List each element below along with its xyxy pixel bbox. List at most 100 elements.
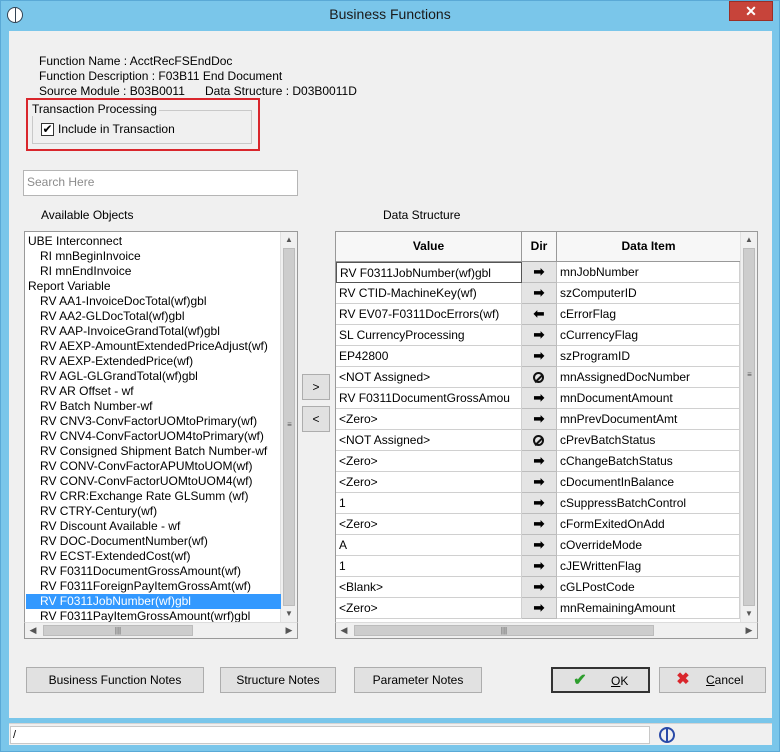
data-item-cell[interactable]: mnPrevDocumentAmt (557, 409, 740, 430)
available-object-item[interactable]: RI mnEndInvoice (26, 264, 281, 279)
value-cell[interactable]: <Blank> (336, 577, 522, 598)
ok-button[interactable]: ✔ OK (551, 667, 650, 693)
scroll-down-arrow-icon[interactable]: ▼ (281, 606, 297, 622)
scroll-up-arrow-icon[interactable]: ▲ (281, 232, 297, 248)
available-object-item[interactable]: RV F0311DocumentGrossAmount(wf) (26, 564, 281, 579)
value-cell[interactable]: A (336, 535, 522, 556)
available-object-item[interactable]: RV Consigned Shipment Batch Number-wf (26, 444, 281, 459)
data-item-cell[interactable]: cErrorFlag (557, 304, 740, 325)
available-object-item[interactable]: RV ECST-ExtendedCost(wf) (26, 549, 281, 564)
data-item-cell[interactable]: mnAssignedDocNumber (557, 367, 740, 388)
data-structure-row[interactable]: <Zero> ➡ cFormExitedOnAdd (336, 514, 740, 535)
business-function-notes-button[interactable]: Business Function Notes (26, 667, 204, 693)
close-button[interactable]: ✕ (729, 1, 773, 21)
value-cell[interactable]: RV F0311JobNumber(wf)gbl (336, 262, 522, 283)
dir-cell[interactable]: ➡ (522, 346, 557, 367)
scroll-thumb[interactable]: ≡ (743, 248, 755, 606)
value-cell[interactable]: <Zero> (336, 598, 522, 619)
value-cell[interactable]: <Zero> (336, 451, 522, 472)
value-cell[interactable]: EP42800 (336, 346, 522, 367)
parameter-notes-button[interactable]: Parameter Notes (354, 667, 482, 693)
data-item-cell[interactable]: szComputerID (557, 283, 740, 304)
scroll-down-arrow-icon[interactable]: ▼ (741, 606, 757, 622)
add-to-structure-button[interactable]: > (302, 374, 330, 400)
dir-cell[interactable]: ➡ (522, 325, 557, 346)
include-in-transaction-checkbox[interactable]: ✔ (41, 123, 54, 136)
available-object-item[interactable]: RV AAP-InvoiceGrandTotal(wf)gbl (26, 324, 281, 339)
data-structure-row[interactable]: <Zero> ➡ cDocumentInBalance (336, 472, 740, 493)
scroll-right-arrow-icon[interactable]: ▶ (741, 623, 757, 638)
available-object-item[interactable]: RV F0311JobNumber(wf)gbl (26, 594, 281, 609)
dir-cell[interactable]: ➡ (522, 283, 557, 304)
data-structure-row[interactable]: RV EV07-F0311DocErrors(wf) ⬅ cErrorFlag (336, 304, 740, 325)
dir-cell[interactable]: ➡ (522, 388, 557, 409)
available-object-item[interactable]: RV CONV-ConvFactorAPUMtoUOM(wf) (26, 459, 281, 474)
data-item-cell[interactable]: cPrevBatchStatus (557, 430, 740, 451)
dir-cell[interactable]: ➡ (522, 598, 557, 619)
scroll-right-arrow-icon[interactable]: ▶ (281, 623, 297, 638)
data-structure-row[interactable]: <NOT Assigned> mnAssignedDocNumber (336, 367, 740, 388)
scroll-left-arrow-icon[interactable]: ◀ (25, 623, 41, 638)
dir-cell[interactable] (522, 430, 557, 451)
value-cell[interactable]: SL CurrencyProcessing (336, 325, 522, 346)
available-object-item[interactable]: RV Discount Available - wf (26, 519, 281, 534)
value-cell[interactable]: RV EV07-F0311DocErrors(wf) (336, 304, 522, 325)
data-structure-vscroll[interactable]: ▲ ≡ ▼ (740, 232, 757, 622)
dir-cell[interactable]: ➡ (522, 514, 557, 535)
data-structure-row[interactable]: A ➡ cOverrideMode (336, 535, 740, 556)
data-structure-row[interactable]: <Blank> ➡ cGLPostCode (336, 577, 740, 598)
value-cell[interactable]: <NOT Assigned> (336, 367, 522, 388)
available-object-item[interactable]: RV AR Offset - wf (26, 384, 281, 399)
available-object-item[interactable]: UBE Interconnect (26, 234, 281, 249)
available-object-item[interactable]: RV AEXP-AmountExtendedPriceAdjust(wf) (26, 339, 281, 354)
data-structure-row[interactable]: <NOT Assigned> cPrevBatchStatus (336, 430, 740, 451)
value-column-header[interactable]: Value (336, 232, 522, 262)
data-item-cell[interactable]: cGLPostCode (557, 577, 740, 598)
value-cell[interactable]: 1 (336, 493, 522, 514)
search-input[interactable]: Search Here (23, 170, 298, 196)
dir-cell[interactable]: ➡ (522, 535, 557, 556)
scroll-up-arrow-icon[interactable]: ▲ (741, 232, 757, 248)
data-item-cell[interactable]: cDocumentInBalance (557, 472, 740, 493)
data-item-cell[interactable]: mnRemainingAmount (557, 598, 740, 619)
available-object-item[interactable]: RV CONV-ConvFactorUOMtoUOM4(wf) (26, 474, 281, 489)
dir-cell[interactable]: ➡ (522, 472, 557, 493)
hscroll-thumb[interactable]: ||| (43, 625, 193, 636)
data-structure-row[interactable]: RV F0311DocumentGrossAmou ➡ mnDocumentAmou… (336, 388, 740, 409)
dir-cell[interactable]: ➡ (522, 493, 557, 514)
scroll-left-arrow-icon[interactable]: ◀ (336, 623, 352, 638)
data-structure-row[interactable]: 1 ➡ cSuppressBatchControl (336, 493, 740, 514)
available-object-item[interactable]: RV AA2-GLDocTotal(wf)gbl (26, 309, 281, 324)
available-object-item[interactable]: RV Batch Number-wf (26, 399, 281, 414)
data-structure-grid[interactable]: Value Dir Data Item ▲ ≡ ▼ RV F0311JobNum… (335, 231, 758, 639)
dir-column-header[interactable]: Dir (522, 232, 557, 262)
data-structure-hscroll[interactable]: ◀ ||| ▶ (335, 622, 758, 639)
dir-cell[interactable]: ➡ (522, 556, 557, 577)
data-structure-row[interactable]: RV F0311JobNumber(wf)gbl ➡ mnJobNumber (336, 262, 740, 283)
available-object-item[interactable]: RV AGL-GLGrandTotal(wf)gbl (26, 369, 281, 384)
data-item-cell[interactable]: cChangeBatchStatus (557, 451, 740, 472)
available-object-item[interactable]: RI mnBeginInvoice (26, 249, 281, 264)
value-cell[interactable]: <NOT Assigned> (336, 430, 522, 451)
available-object-item[interactable]: RV CNV3-ConvFactorUOMtoPrimary(wf) (26, 414, 281, 429)
remove-from-structure-button[interactable]: < (302, 406, 330, 432)
available-object-item[interactable]: RV CRR:Exchange Rate GLSumm (wf) (26, 489, 281, 504)
available-object-item[interactable]: RV AA1-InvoiceDocTotal(wf)gbl (26, 294, 281, 309)
data-structure-row[interactable]: <Zero> ➡ mnRemainingAmount (336, 598, 740, 619)
value-cell[interactable]: <Zero> (336, 472, 522, 493)
value-cell[interactable]: <Zero> (336, 409, 522, 430)
data-item-cell[interactable]: mnDocumentAmount (557, 388, 740, 409)
dir-cell[interactable]: ➡ (522, 451, 557, 472)
dir-cell[interactable]: ⬅ (522, 304, 557, 325)
data-item-cell[interactable]: cFormExitedOnAdd (557, 514, 740, 535)
value-cell[interactable]: RV F0311DocumentGrossAmou (336, 388, 522, 409)
available-object-item[interactable]: RV AEXP-ExtendedPrice(wf) (26, 354, 281, 369)
available-objects-vscroll[interactable]: ▲ ≡ ▼ (280, 232, 297, 622)
dir-cell[interactable] (522, 367, 557, 388)
data-item-cell[interactable]: cSuppressBatchControl (557, 493, 740, 514)
include-in-transaction-label[interactable]: Include in Transaction (58, 122, 175, 136)
data-structure-row[interactable]: RV CTID-MachineKey(wf) ➡ szComputerID (336, 283, 740, 304)
data-structure-row[interactable]: EP42800 ➡ szProgramID (336, 346, 740, 367)
value-cell[interactable]: RV CTID-MachineKey(wf) (336, 283, 522, 304)
structure-notes-button[interactable]: Structure Notes (220, 667, 336, 693)
